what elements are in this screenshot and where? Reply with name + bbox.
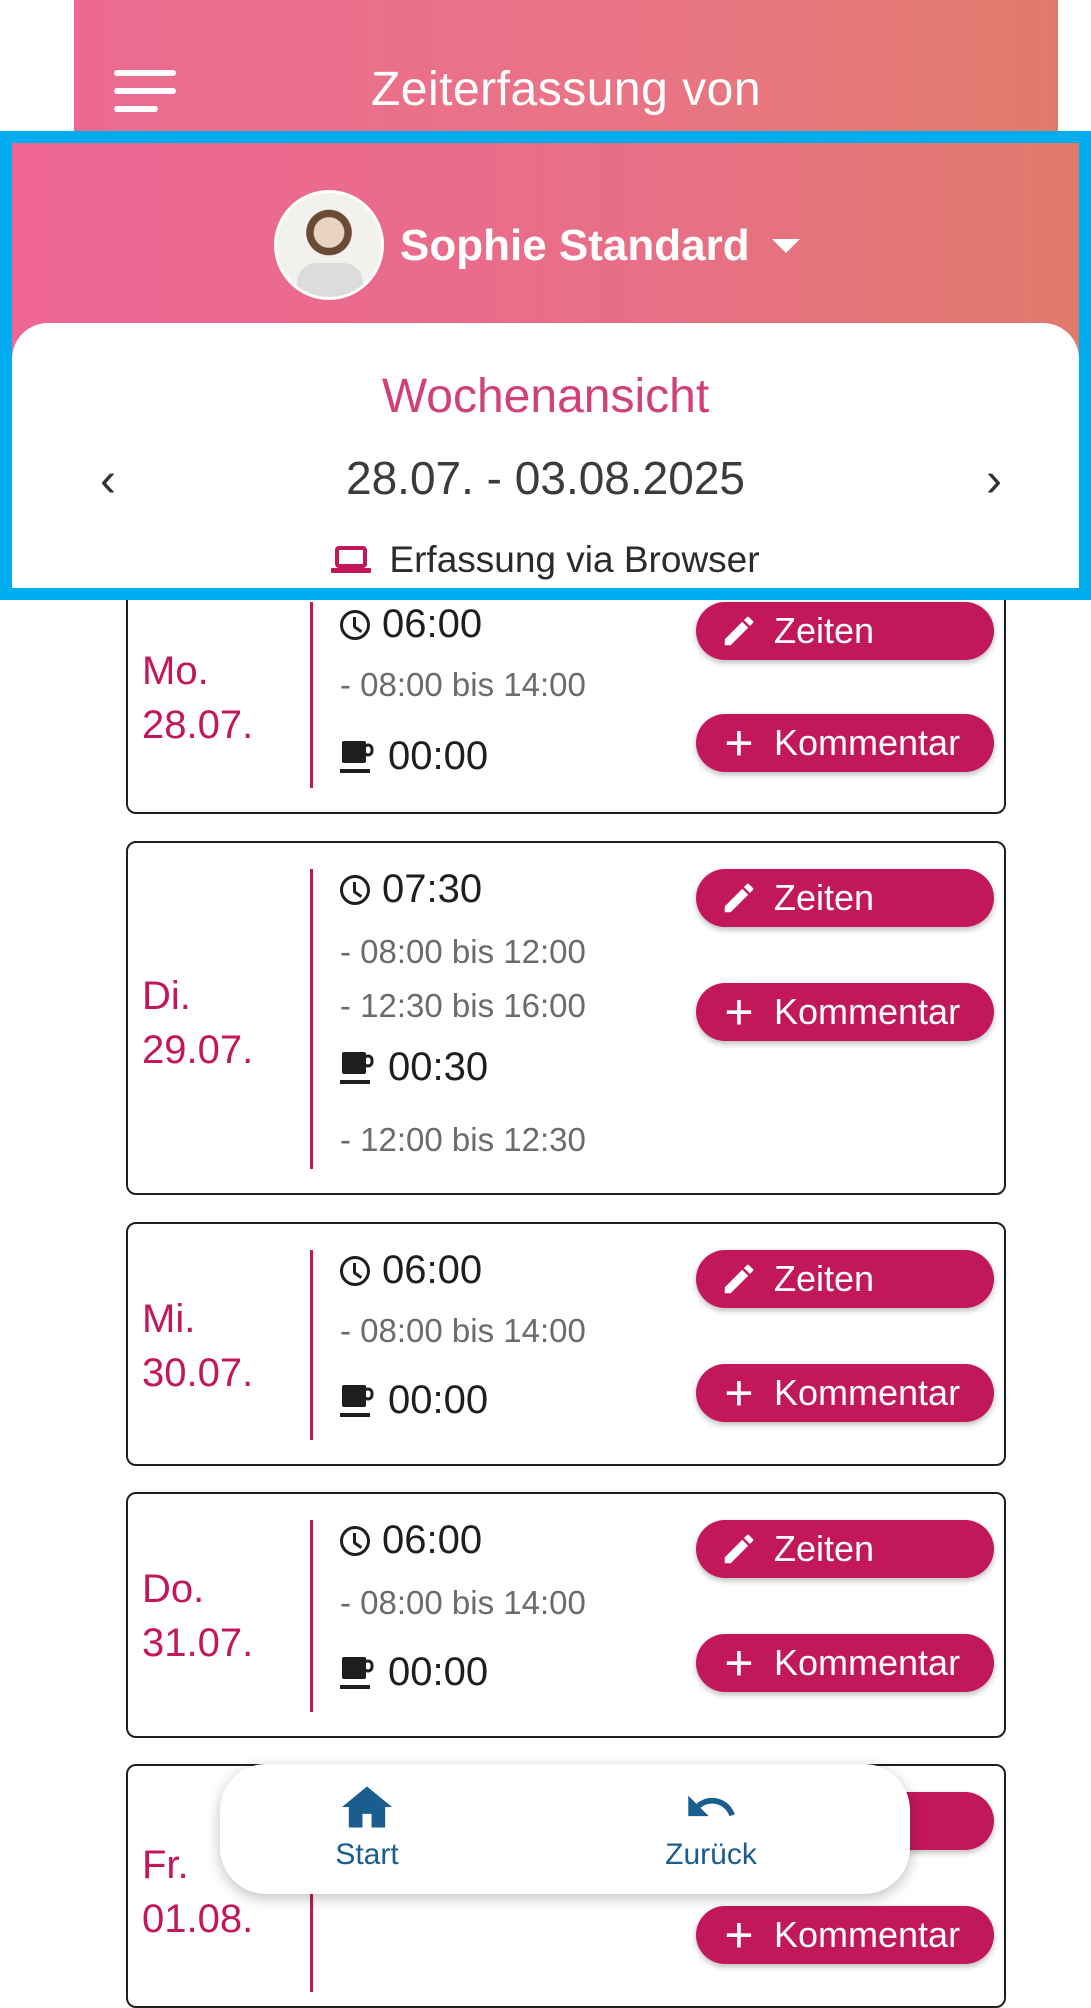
add-comment-button[interactable]: + Kommentar (696, 714, 994, 772)
work-total: 06:00 (340, 1518, 482, 1563)
break-total: 00:00 (340, 1650, 488, 1695)
add-comment-label: Kommentar (774, 722, 961, 763)
work-range: - 08:00 bis 14:00 (340, 1312, 586, 1349)
pencil-icon (718, 1528, 760, 1570)
day-divider (310, 1520, 313, 1712)
week-header-panel: Sophie Standard Wochenansicht ‹ 28.07. -… (0, 131, 1091, 600)
coffee-cup-icon (340, 1384, 374, 1417)
break-range: - 12:00 bis 12:30 (340, 1121, 586, 1158)
week-range: 28.07. - 03.08.2025 (346, 452, 745, 504)
break-total: 00:30 (340, 1045, 488, 1090)
page-title: Zeiterfassung von (370, 63, 762, 116)
nav-start-label: Start (335, 1838, 399, 1871)
break-total: 00:00 (340, 734, 488, 779)
day-card: Mi. 30.07. 06:00 - 08:00 bis 14:00 00:00… (126, 1222, 1006, 1466)
work-range: - 08:00 bis 14:00 (340, 666, 586, 703)
work-total: 06:00 (340, 602, 482, 647)
home-icon (342, 1786, 392, 1828)
break-total-value: 00:00 (388, 734, 489, 778)
clock-icon (340, 1255, 370, 1286)
add-comment-label: Kommentar (774, 1914, 961, 1955)
edit-times-button[interactable]: Zeiten (696, 1250, 994, 1308)
coffee-cup-icon (340, 1051, 374, 1084)
plus-icon: + (724, 715, 754, 771)
day-weekday: Di. (142, 974, 191, 1018)
work-total: 07:30 (340, 867, 482, 912)
add-comment-button[interactable]: + Kommentar (696, 983, 994, 1041)
work-total-value: 06:00 (382, 1248, 483, 1292)
add-comment-label: Kommentar (774, 1642, 961, 1683)
capture-source: Erfassung via Browser (12, 539, 1079, 581)
plus-icon: + (724, 984, 754, 1040)
view-title: Wochenansicht (381, 370, 710, 423)
work-total-value: 06:00 (382, 1518, 483, 1562)
day-date: 31.07. (142, 1621, 254, 1665)
day-weekday: Do. (142, 1567, 205, 1611)
chevron-down-icon[interactable] (772, 239, 800, 253)
chevron-right-icon[interactable]: › (986, 457, 1002, 505)
break-total-value: 00:00 (388, 1378, 489, 1422)
add-comment-button[interactable]: + Kommentar (696, 1906, 994, 1964)
day-divider (310, 1250, 313, 1440)
day-weekday: Mi. (142, 1297, 196, 1341)
break-total-value: 00:00 (388, 1650, 489, 1694)
pencil-icon (718, 1258, 760, 1300)
plus-icon: + (724, 1907, 754, 1963)
plus-icon: + (724, 1365, 754, 1421)
coffee-cup-icon (340, 740, 374, 773)
clock-icon (340, 874, 370, 905)
day-weekday: Fr. (142, 1843, 189, 1887)
clock-icon (340, 1525, 370, 1556)
day-divider (310, 602, 313, 788)
edit-times-label: Zeiten (774, 1528, 875, 1569)
day-card: Di. 29.07. 07:30 - 08:00 bis 12:00 - 12:… (126, 841, 1006, 1195)
add-comment-label: Kommentar (774, 1372, 961, 1413)
add-comment-label: Kommentar (774, 991, 961, 1032)
undo-icon (688, 1795, 735, 1817)
edit-times-label: Zeiten (774, 610, 875, 651)
add-comment-button[interactable]: + Kommentar (696, 1634, 994, 1692)
work-range: - 08:00 bis 12:00 (340, 933, 586, 970)
user-name[interactable]: Sophie Standard (400, 221, 750, 271)
bottom-navigation: Start Zurück (220, 1764, 910, 1894)
break-total-value: 00:30 (388, 1045, 489, 1089)
pencil-icon (718, 877, 760, 919)
work-total-value: 07:30 (382, 867, 483, 911)
day-card: Do. 31.07. 06:00 - 08:00 bis 14:00 00:00… (126, 1492, 1006, 1738)
clock-icon (340, 609, 370, 640)
edit-times-label: Zeiten (774, 1258, 875, 1299)
laptop-icon (331, 546, 372, 573)
edit-times-button[interactable]: Zeiten (696, 1520, 994, 1578)
edit-times-button[interactable]: Zeiten (696, 602, 994, 660)
pencil-icon (718, 610, 760, 652)
week-navigator: Wochenansicht ‹ 28.07. - 03.08.2025 › Er… (12, 323, 1079, 588)
nav-back[interactable]: Zurück (631, 1782, 791, 1872)
day-date: 28.07. (142, 703, 254, 747)
break-total: 00:00 (340, 1378, 488, 1423)
app-header: Zeiterfassung von (74, 0, 1058, 140)
work-range: - 12:30 bis 16:00 (340, 987, 586, 1024)
edit-times-label: Zeiten (774, 877, 875, 918)
day-date: 30.07. (142, 1351, 254, 1395)
work-range: - 08:00 bis 14:00 (340, 1584, 586, 1621)
work-total-value: 06:00 (382, 602, 483, 646)
day-date: 29.07. (142, 1028, 254, 1072)
day-date: 01.08. (142, 1897, 254, 1941)
avatar[interactable] (274, 190, 384, 300)
edit-times-button[interactable]: Zeiten (696, 869, 994, 927)
work-total: 06:00 (340, 1248, 482, 1293)
day-divider (310, 869, 313, 1169)
plus-icon: + (724, 1635, 754, 1691)
nav-start[interactable]: Start (287, 1782, 447, 1872)
day-weekday: Mo. (142, 649, 209, 693)
add-comment-button[interactable]: + Kommentar (696, 1364, 994, 1422)
nav-back-label: Zurück (665, 1838, 757, 1871)
capture-source-label: Erfassung via Browser (389, 539, 760, 580)
coffee-cup-icon (340, 1656, 374, 1689)
